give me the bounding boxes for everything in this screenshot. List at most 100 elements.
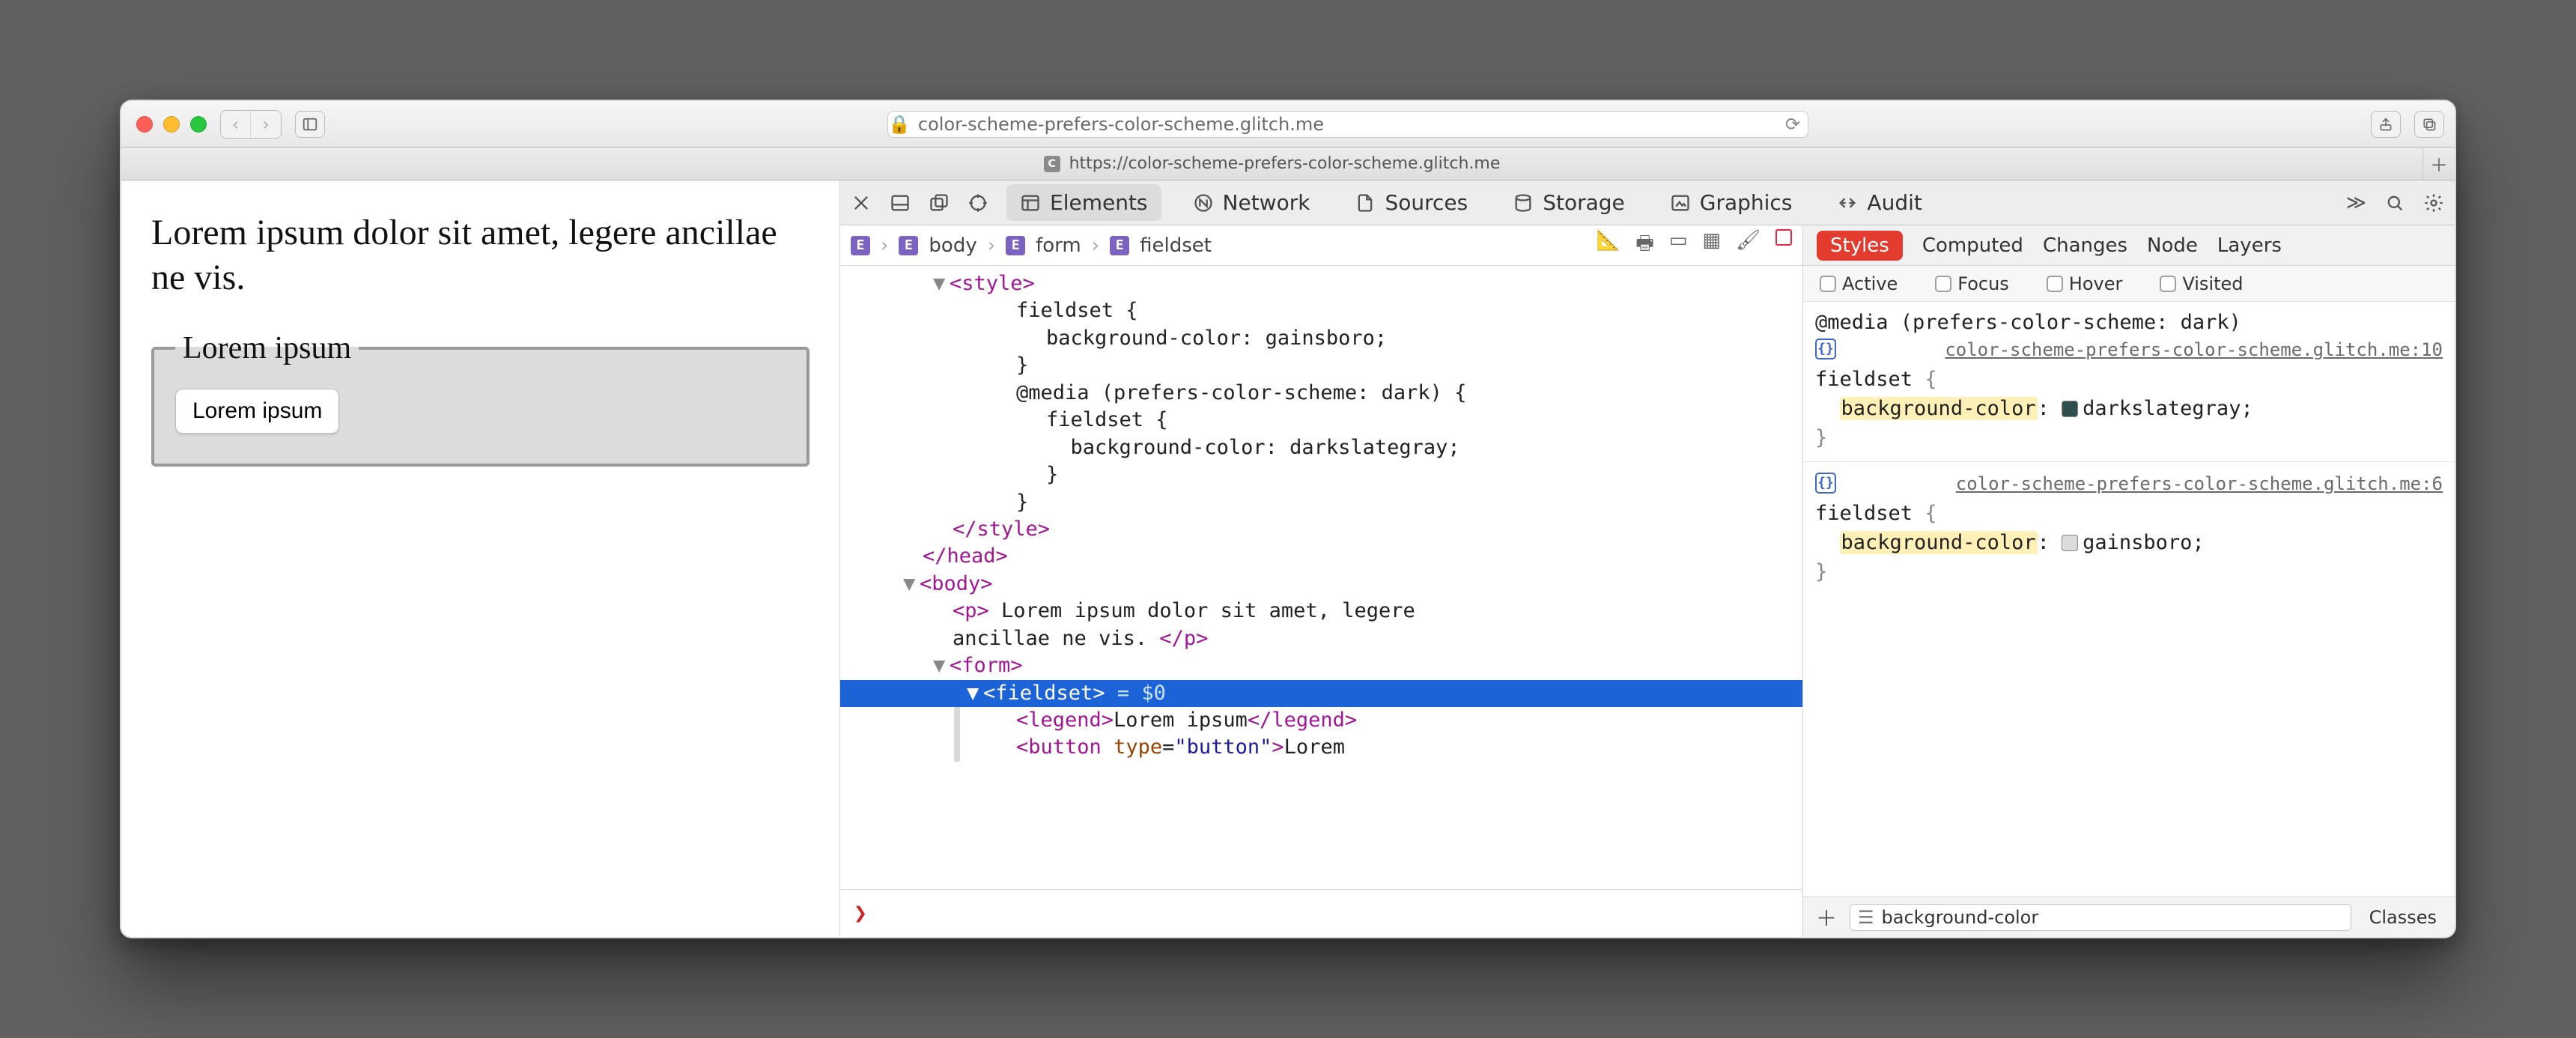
grid-icon[interactable]: ▦ — [1702, 229, 1721, 262]
rule-val-1[interactable]: darkslategray — [2083, 397, 2241, 420]
dom-line[interactable]: ▼<style> — [840, 270, 1802, 297]
page-button[interactable]: Lorem ipsum — [175, 389, 339, 434]
dom-line[interactable]: } — [840, 489, 1802, 516]
rule-source-link-2[interactable]: color-scheme-prefers-color-scheme.glitch… — [1956, 471, 2443, 497]
pseudo-focus[interactable]: Focus — [1935, 273, 2009, 294]
compositing-icon[interactable] — [1775, 229, 1792, 246]
print-emul-icon[interactable]: 🖶 — [1635, 229, 1654, 262]
dom-line[interactable]: ▼<fieldset> = $0 — [840, 680, 1802, 707]
tab-audit[interactable]: Audit — [1823, 184, 1935, 221]
close-window[interactable] — [136, 116, 153, 133]
dom-line[interactable]: } — [840, 352, 1802, 379]
tab-0[interactable]: C https://color-scheme-prefers-color-sch… — [121, 148, 2423, 180]
styles-tab-styles[interactable]: Styles — [1817, 231, 1903, 261]
titlebar: ‹ › 🔒 color-scheme-prefers-color-scheme.… — [121, 101, 2455, 148]
address-host: color-scheme-prefers-color-scheme.glitch… — [918, 114, 1324, 135]
bc-fieldset-icon: E — [1110, 236, 1129, 255]
dom-tree[interactable]: ▼<style>fieldset {background-color: gain… — [840, 266, 1802, 889]
styles-tab-node[interactable]: Node — [2147, 234, 2198, 257]
rule-source-icon-2[interactable] — [1815, 473, 1836, 494]
dock-bottom-icon[interactable] — [890, 192, 911, 213]
graphics-icon — [1670, 192, 1691, 213]
tab-elements[interactable]: Elements — [1006, 184, 1161, 221]
page-legend: Lorem ipsum — [175, 330, 359, 366]
elements-toolbar: 📐 🖶 ▭ ▦ 🖌 — [1597, 229, 1792, 262]
forward-button[interactable]: › — [251, 111, 281, 138]
tab-title: https://color-scheme-prefers-color-schem… — [1069, 154, 1501, 173]
tab-network[interactable]: Network — [1179, 184, 1324, 221]
bc-body[interactable]: body — [929, 234, 976, 257]
bc-fieldset[interactable]: fieldset — [1140, 234, 1212, 257]
console-drawer[interactable]: ❯ — [840, 889, 1802, 937]
dom-line[interactable]: @media (prefers-color-scheme: dark) { — [840, 380, 1802, 407]
dom-line[interactable]: ▼<body> — [840, 571, 1802, 598]
ruler-icon[interactable]: 📐 — [1597, 229, 1620, 262]
dom-line[interactable]: </style> — [840, 516, 1802, 543]
zoom-window[interactable] — [190, 116, 207, 133]
media-query-label: @media (prefers-color-scheme: dark) — [1815, 308, 2443, 337]
share-button[interactable] — [2371, 111, 2401, 138]
audit-icon — [1837, 192, 1858, 213]
pseudo-active[interactable]: Active — [1820, 273, 1898, 294]
dom-line[interactable]: <p> Lorem ipsum dolor sit amet, legere — [840, 598, 1802, 625]
color-swatch-gainsboro[interactable] — [2062, 535, 2078, 551]
sidebar-toggle[interactable] — [295, 111, 325, 138]
tabs-overview-button[interactable] — [2414, 111, 2444, 138]
window-controls — [132, 116, 207, 133]
rule-val-2[interactable]: gainsboro — [2083, 531, 2192, 554]
pseudo-hover[interactable]: Hover — [2047, 273, 2123, 294]
rule-prop-2[interactable]: background-color — [1840, 531, 2038, 554]
dom-line[interactable]: ▼<form> — [840, 652, 1802, 679]
rule-source-link-1[interactable]: color-scheme-prefers-color-scheme.glitch… — [1945, 337, 2443, 363]
more-tabs-icon[interactable]: ≫ — [2346, 192, 2366, 214]
rule-prop-1[interactable]: background-color — [1840, 397, 2038, 420]
dom-line[interactable]: background-color: darkslategray; — [840, 434, 1802, 461]
page-fieldset: Lorem ipsum Lorem ipsum — [151, 330, 809, 467]
bc-form-icon: E — [1006, 236, 1025, 255]
new-tab-button[interactable]: ＋ — [2423, 148, 2455, 180]
styles-tab-changes[interactable]: Changes — [2043, 234, 2127, 257]
tab-sources[interactable]: Sources — [1341, 184, 1481, 221]
dom-line[interactable]: } — [840, 461, 1802, 488]
classes-toggle[interactable]: Classes — [2362, 902, 2444, 932]
dock-detach-icon[interactable] — [929, 192, 950, 213]
dom-breadcrumb: E › E body › E form › E fieldset 📐 — [840, 225, 1802, 266]
dom-line[interactable]: </head> — [840, 543, 1802, 570]
tab-graphics-label: Graphics — [1700, 190, 1793, 215]
devtools-toolbar: Elements Network Sources Storage — [840, 180, 2455, 225]
console-prompt-icon: ❯ — [854, 900, 867, 926]
new-rule-button[interactable]: ＋ — [1814, 905, 1839, 930]
styles-tab-layers[interactable]: Layers — [2217, 234, 2282, 257]
dom-line[interactable]: fieldset { — [840, 297, 1802, 324]
dom-line[interactable]: fieldset { — [840, 407, 1802, 434]
pseudo-visited[interactable]: Visited — [2160, 273, 2243, 294]
rule-source-icon[interactable] — [1815, 339, 1836, 359]
style-rules[interactable]: @media (prefers-color-scheme: dark) colo… — [1803, 302, 2455, 896]
color-swatch-darkslategray[interactable] — [2062, 401, 2078, 417]
dom-line[interactable]: background-color: gainsboro; — [840, 325, 1802, 352]
dom-line[interactable]: ancillae ne vis. </p> — [840, 625, 1802, 652]
tab-graphics[interactable]: Graphics — [1656, 184, 1806, 221]
settings-icon[interactable] — [2423, 192, 2444, 213]
styles-filter[interactable]: ☰ background-color — [1850, 904, 2351, 931]
lock-icon: 🔒 — [888, 114, 911, 135]
search-icon[interactable] — [2384, 192, 2405, 213]
paint-icon[interactable]: 🖌 — [1736, 229, 1761, 262]
bc-root-icon[interactable]: E — [851, 236, 870, 255]
address-bar-wrap: 🔒 color-scheme-prefers-color-scheme.glit… — [338, 111, 2357, 138]
styles-tab-computed[interactable]: Computed — [1922, 234, 2023, 257]
element-picker-icon[interactable] — [967, 192, 988, 213]
minimize-window[interactable] — [163, 116, 180, 133]
close-devtools-icon[interactable] — [851, 192, 872, 213]
bc-form[interactable]: form — [1036, 234, 1081, 257]
reload-icon[interactable]: ⟳ — [1785, 114, 1800, 135]
styles-panel: Styles Computed Changes Node Layers Acti… — [1803, 225, 2455, 937]
address-bar[interactable]: 🔒 color-scheme-prefers-color-scheme.glit… — [887, 111, 1808, 138]
tab-storage[interactable]: Storage — [1499, 184, 1638, 221]
bc-body-icon: E — [899, 236, 918, 255]
device-icon[interactable]: ▭ — [1669, 229, 1688, 262]
elements-panel: E › E body › E form › E fieldset 📐 — [840, 225, 1803, 937]
dom-line[interactable]: <legend>Lorem ipsum</legend> — [840, 707, 1802, 734]
dom-line[interactable]: <button type="button">Lorem — [840, 734, 1802, 761]
back-button[interactable]: ‹ — [221, 111, 251, 138]
